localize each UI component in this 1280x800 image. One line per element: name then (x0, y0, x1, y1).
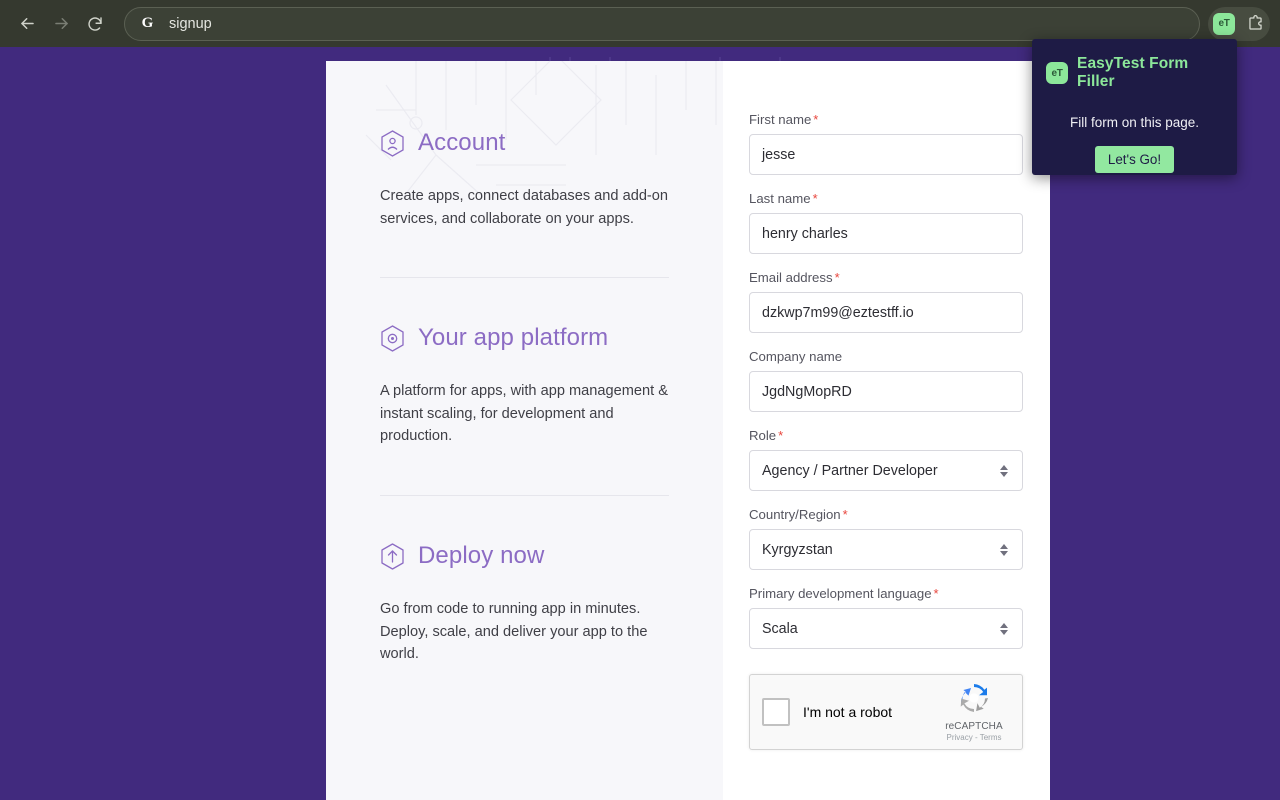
stepper-arrows-icon (1000, 622, 1008, 635)
company-name-input[interactable]: JgdNgMopRD (749, 371, 1023, 412)
label-text: Country/Region (749, 507, 841, 522)
label-text: Last name (749, 191, 811, 206)
section-divider (380, 277, 669, 279)
section-body: Go from code to running app in minutes. … (380, 601, 648, 663)
last-name-input[interactable]: henry charles (749, 213, 1023, 254)
role-select-value: Agency / Partner Developer (762, 462, 938, 479)
field-label: Email address * (749, 270, 1024, 285)
extension-popup: eT EasyTest Form Filler Fill form on thi… (1032, 39, 1237, 175)
section-header: Account (380, 129, 669, 157)
forward-button[interactable] (44, 7, 78, 41)
email-address-input[interactable]: dzkwp7m99@eztestff.io (749, 292, 1023, 333)
deploy-hexagon-icon (380, 542, 405, 570)
account-hexagon-icon (380, 129, 405, 157)
field-role: Role * Agency / Partner Developer (749, 428, 1024, 491)
field-label: Country/Region * (749, 507, 1024, 522)
recaptcha-legal-links[interactable]: Privacy - Terms (938, 733, 1010, 742)
field-country-region: Country/Region * Kyrgyzstan (749, 507, 1024, 570)
section-body: Create apps, connect databases and add-o… (380, 188, 669, 227)
first-name-input[interactable]: jesse (749, 134, 1023, 175)
back-button[interactable] (10, 7, 44, 41)
stepper-arrows-icon (1000, 543, 1008, 556)
recaptcha-logo-icon (958, 684, 990, 718)
field-label: Role * (749, 428, 1024, 443)
primary-development-language-select[interactable]: Scala (749, 608, 1023, 649)
section-title: Deploy now (418, 542, 545, 570)
required-marker: * (812, 191, 818, 206)
label-text: Email address (749, 270, 833, 285)
field-last-name: Last name * henry charles (749, 191, 1024, 254)
extension-toolbar-group: eT (1208, 6, 1270, 41)
section-header: Deploy now (380, 542, 669, 570)
required-marker: * (813, 112, 819, 127)
info-section-deploy: Deploy now Go from code to running app i… (380, 542, 669, 666)
address-bar-text: signup (169, 15, 212, 32)
info-panel: Account Create apps, connect databases a… (326, 61, 723, 800)
easytest-extension-icon[interactable]: eT (1213, 12, 1235, 35)
easytest-logo-icon: eT (1046, 62, 1068, 84)
field-primary-development-language: Primary development language * Scala (749, 586, 1024, 649)
popup-title: EasyTest Form Filler (1077, 55, 1189, 90)
section-body: A platform for apps, with app management… (380, 383, 668, 445)
stepper-arrows-icon (1000, 464, 1008, 477)
field-label: First name * (749, 112, 1024, 127)
required-marker: * (933, 586, 939, 601)
info-panel-content: Account Create apps, connect databases a… (326, 61, 723, 666)
recaptcha-brand-name: reCAPTCHA (945, 721, 1003, 732)
back-arrow-icon (18, 14, 37, 33)
field-label: Company name (749, 349, 1024, 364)
primary-development-language-select-value: Scala (762, 620, 798, 637)
info-section-account: Account Create apps, connect databases a… (380, 129, 669, 230)
recaptcha-branding: reCAPTCHA Privacy - Terms (938, 682, 1010, 742)
puzzle-piece-icon[interactable] (1246, 14, 1265, 33)
field-company-name: Company name JgdNgMopRD (749, 349, 1024, 412)
required-marker: * (842, 507, 848, 522)
reload-icon (86, 15, 104, 33)
toolbar-actions: eT (1208, 6, 1270, 41)
recaptcha-widget: I'm not a robot reCAPTCHA Privacy - Term… (749, 674, 1023, 750)
label-text: Role (749, 428, 777, 443)
recaptcha-label: I'm not a robot (803, 704, 893, 720)
label-text: Primary development language (749, 586, 932, 601)
section-divider (380, 495, 669, 497)
role-select[interactable]: Agency / Partner Developer (749, 450, 1023, 491)
country-region-select[interactable]: Kyrgyzstan (749, 529, 1023, 570)
platform-hexagon-icon (380, 324, 405, 352)
recaptcha-checkbox[interactable] (762, 698, 790, 726)
section-title: Your app platform (418, 324, 609, 352)
required-marker: * (778, 428, 784, 443)
label-text: First name (749, 112, 812, 127)
field-email-address: Email address * dzkwp7m99@eztestff.io (749, 270, 1024, 333)
info-section-platform: Your app platform A platform for apps, w… (380, 324, 669, 448)
section-header: Your app platform (380, 324, 669, 352)
address-bar[interactable]: G signup (124, 6, 1200, 41)
field-first-name: First name * jesse (749, 112, 1024, 175)
reload-button[interactable] (78, 7, 112, 41)
popup-header: eT EasyTest Form Filler (1046, 55, 1223, 91)
popup-message: Fill form on this page. (1069, 115, 1200, 130)
field-label: Primary development language * (749, 586, 1024, 601)
section-title: Account (418, 129, 506, 156)
label-text: Company name (749, 349, 843, 364)
required-marker: * (834, 270, 840, 285)
field-label: Last name * (749, 191, 1024, 206)
country-region-select-value: Kyrgyzstan (762, 541, 833, 558)
lets-go-button[interactable]: Let's Go! (1094, 146, 1175, 173)
forward-arrow-icon (52, 14, 71, 33)
signup-form-panel: First name * jesse Last name * henry charl… (723, 61, 1050, 800)
google-g-icon: G (141, 15, 154, 31)
